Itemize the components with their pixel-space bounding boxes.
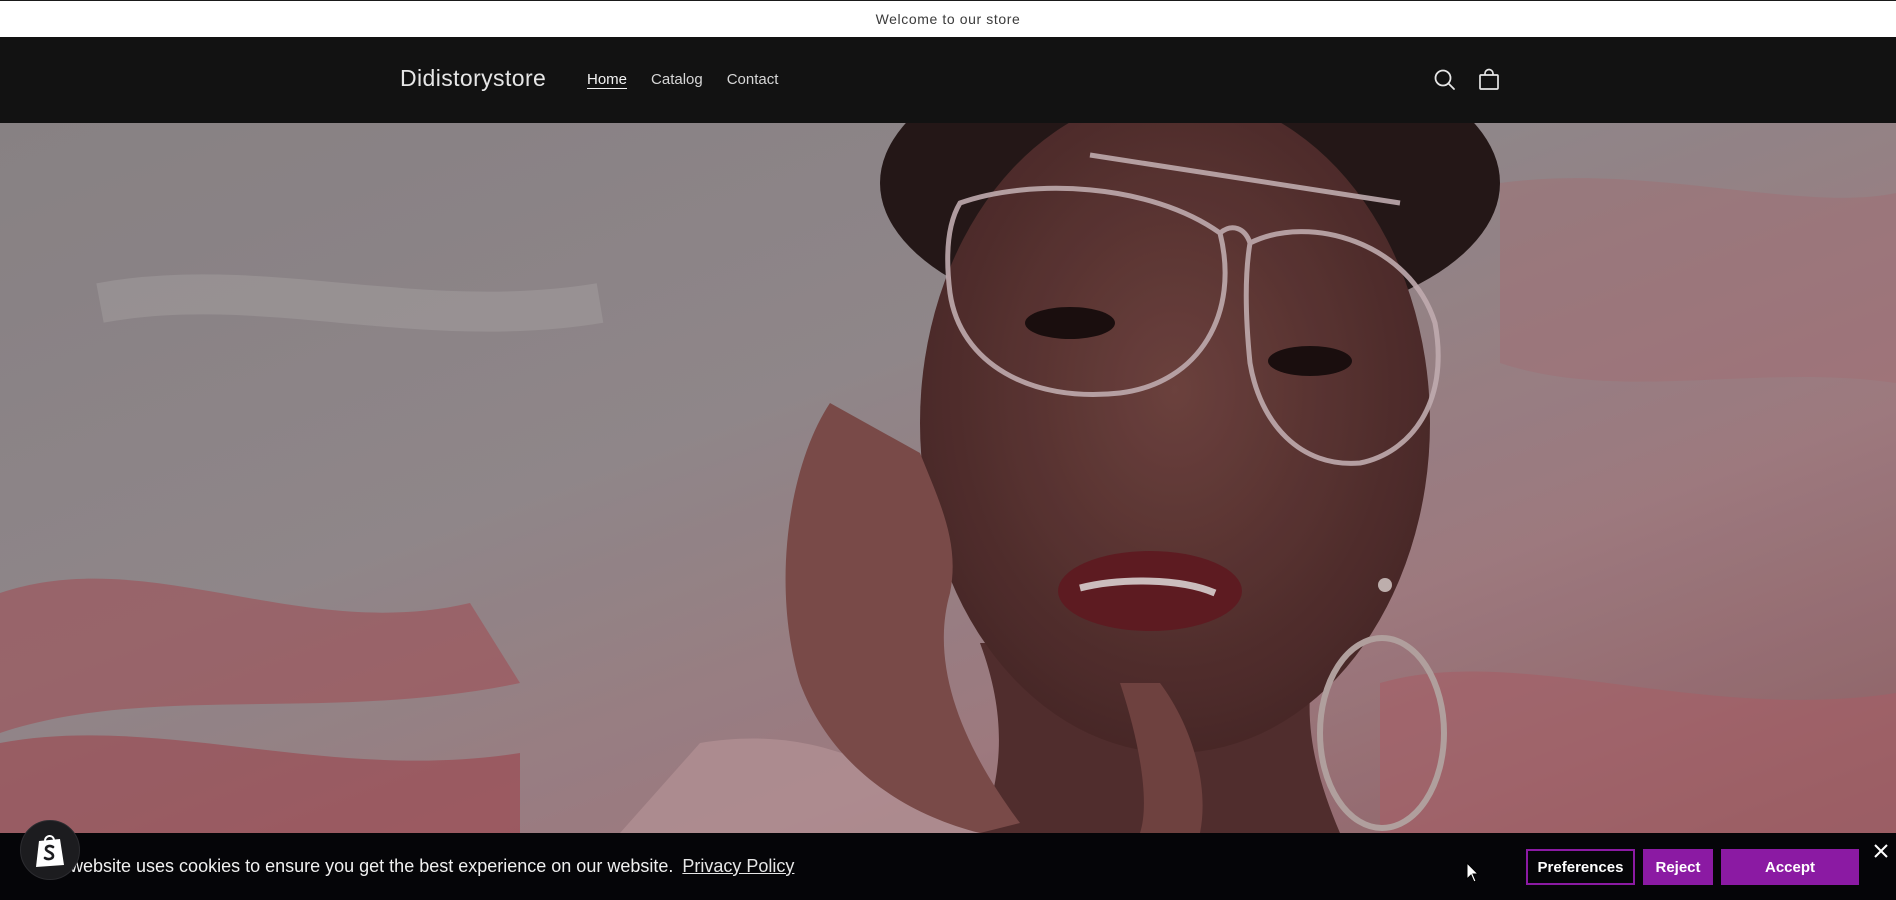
store-logo[interactable]: Didistorystore (400, 65, 546, 92)
close-icon[interactable] (1872, 842, 1890, 860)
cart-icon[interactable] (1475, 66, 1503, 94)
announcement-text: Welcome to our store (875, 11, 1021, 27)
cookie-message-text: website uses cookies to ensure you get t… (70, 856, 674, 876)
hero-portrait-illustration (0, 123, 1896, 833)
mouse-pointer-icon (1466, 862, 1480, 883)
announcement-bar: Welcome to our store (0, 0, 1896, 37)
main-nav: Home Catalog Contact (587, 71, 778, 88)
cookie-message: website uses cookies to ensure you get t… (70, 856, 794, 877)
nav-contact[interactable]: Contact (727, 71, 779, 88)
nav-home[interactable]: Home (587, 71, 627, 88)
hero-banner-image (0, 123, 1896, 833)
reject-button[interactable]: Reject (1643, 849, 1713, 885)
cookie-consent-banner: website uses cookies to ensure you get t… (0, 833, 1896, 900)
shopify-bag-icon[interactable] (20, 820, 80, 880)
accept-button[interactable]: Accept (1721, 849, 1859, 885)
nav-catalog[interactable]: Catalog (651, 71, 703, 88)
privacy-policy-link[interactable]: Privacy Policy (682, 856, 794, 876)
site-header: Didistorystore Home Catalog Contact (0, 37, 1896, 123)
preferences-button[interactable]: Preferences (1526, 849, 1635, 885)
search-icon[interactable] (1431, 66, 1459, 94)
